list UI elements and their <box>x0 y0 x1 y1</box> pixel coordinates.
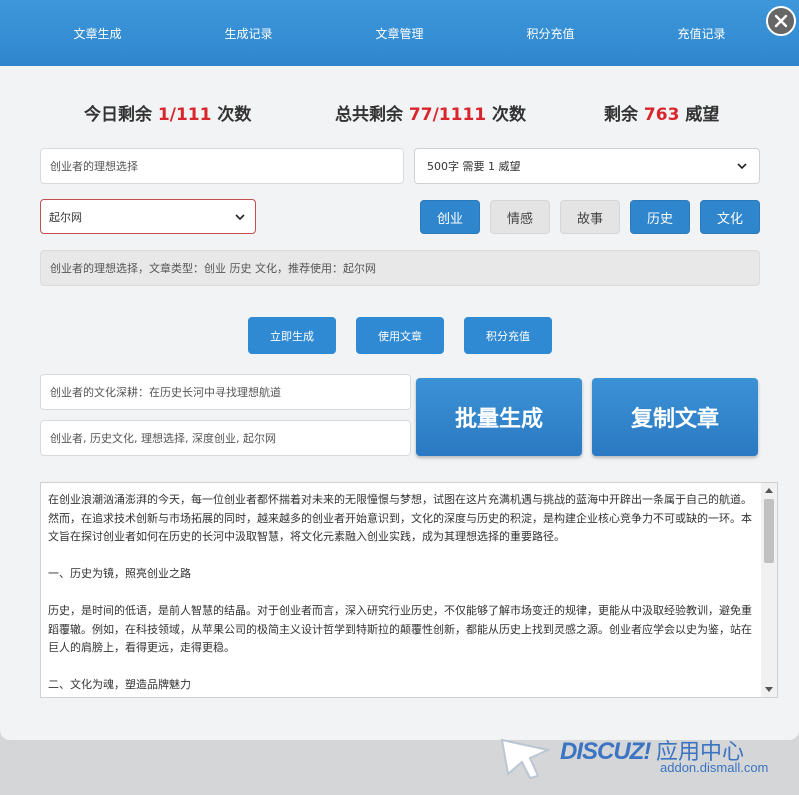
top-nav: 文章生成 生成记录 文章管理 积分充值 充值记录 <box>0 0 799 66</box>
scroll-up-arrow-icon[interactable] <box>765 488 773 493</box>
discuz-url: addon.dismall.com <box>660 760 769 775</box>
tab-article-generate[interactable]: 文章生成 <box>28 25 168 42</box>
article-title-value: 创业者的文化深耕：在历史长河中寻找理想航道 <box>50 386 281 399</box>
tab-recharge-records[interactable]: 充值记录 <box>632 25 772 42</box>
tab-article-manage[interactable]: 文章管理 <box>330 25 470 42</box>
site-select-value: 起尔网 <box>49 210 82 224</box>
tag-startup[interactable]: 创业 <box>420 200 480 234</box>
article-title-field[interactable]: 创业者的文化深耕：在历史长河中寻找理想航道 <box>40 374 411 410</box>
close-button[interactable] <box>766 6 796 36</box>
tag-story[interactable]: 故事 <box>560 200 620 234</box>
batch-generate-button[interactable]: 批量生成 <box>416 378 582 456</box>
article-scrollbar[interactable] <box>761 483 777 697</box>
stat-label: 今日剩余 <box>84 105 152 125</box>
site-select[interactable]: 起尔网 <box>40 199 256 234</box>
tab-generate-records[interactable]: 生成记录 <box>179 25 319 42</box>
keywords-field[interactable]: 创业者, 历史文化, 理想选择, 深度创业, 起尔网 <box>40 420 411 456</box>
article-generator-modal: 文章生成 生成记录 文章管理 积分充值 充值记录 今日剩余 1/111 次数 总… <box>0 0 799 740</box>
article-textarea[interactable]: 在创业浪潮汹涌澎湃的今天，每一位创业者都怀揣着对未来的无限憧憬与梦想，试图在这片… <box>40 482 778 698</box>
keywords-value: 创业者, 历史文化, 理想选择, 深度创业, 起尔网 <box>50 432 276 445</box>
length-select-value: 500字 需要 1 威望 <box>427 160 521 173</box>
topic-input[interactable]: 创业者的理想选择 <box>40 148 404 184</box>
stat-remain-value: 763 <box>643 105 680 125</box>
tag-history[interactable]: 历史 <box>630 200 690 234</box>
stat-remain: 剩余 763 威望 <box>604 100 719 125</box>
discuz-logo-text: DISCUZ! <box>560 738 651 765</box>
stat-unit: 威望 <box>685 105 720 125</box>
selection-summary: 创业者的理想选择，文章类型：创业 历史 文化，推荐使用：起尔网 <box>40 250 760 286</box>
stat-today: 今日剩余 1/111 次数 <box>84 100 251 125</box>
article-paragraph: 在创业浪潮汹涌澎湃的今天，每一位创业者都怀揣着对未来的无限憧憬与梦想，试图在这片… <box>48 493 752 543</box>
stat-label: 总共剩余 <box>335 105 403 125</box>
article-paragraph: 二、文化为魂，塑造品牌魅力 <box>48 678 191 691</box>
chevron-down-icon <box>235 213 245 220</box>
use-article-button[interactable]: 使用文章 <box>356 317 444 354</box>
generate-now-button[interactable]: 立即生成 <box>248 317 336 354</box>
stat-total-value: 77/1111 <box>408 105 487 125</box>
scroll-down-arrow-icon[interactable] <box>765 687 773 692</box>
copy-article-button[interactable]: 复制文章 <box>592 378 758 456</box>
stat-total: 总共剩余 77/1111 次数 <box>335 100 526 125</box>
topic-input-value: 创业者的理想选择 <box>50 160 138 173</box>
recharge-points-button[interactable]: 积分充值 <box>464 317 552 354</box>
stat-unit: 次数 <box>492 105 527 125</box>
length-select[interactable]: 500字 需要 1 威望 <box>414 148 760 184</box>
article-content: 在创业浪潮汹涌澎湃的今天，每一位创业者都怀揣着对未来的无限憧憬与梦想，试图在这片… <box>48 491 758 697</box>
summary-text: 创业者的理想选择，文章类型：创业 历史 文化，推荐使用：起尔网 <box>50 262 376 275</box>
cursor-arrow-icon <box>500 738 552 780</box>
article-paragraph: 历史，是时间的低语，是前人智慧的结晶。对于创业者而言，深入研究行业历史，不仅能够… <box>48 604 752 654</box>
stats-row: 今日剩余 1/111 次数 总共剩余 77/1111 次数 剩余 763 威望 <box>0 100 799 130</box>
stat-unit: 次数 <box>217 105 252 125</box>
tag-culture[interactable]: 文化 <box>700 200 760 234</box>
scroll-thumb[interactable] <box>764 499 774 563</box>
stat-today-value: 1/111 <box>157 105 212 125</box>
close-icon <box>774 14 788 28</box>
tag-emotion[interactable]: 情感 <box>490 200 550 234</box>
article-paragraph: 一、历史为镜，照亮创业之路 <box>48 567 191 580</box>
tab-points-recharge[interactable]: 积分充值 <box>481 25 621 42</box>
discuz-watermark: DISCUZ! 应用中心 addon.dismall.com <box>500 732 790 782</box>
stat-label: 剩余 <box>604 105 638 125</box>
chevron-down-icon <box>737 163 747 169</box>
